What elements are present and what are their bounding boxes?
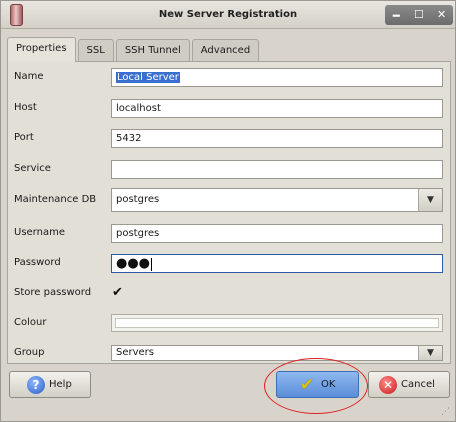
help-label: Help: [49, 379, 72, 390]
service-row: Service: [8, 156, 450, 182]
maintenance-db-label: Maintenance DB: [14, 194, 97, 205]
host-row: Host localhost: [8, 95, 450, 121]
username-row: Username postgres: [8, 220, 450, 246]
maintenance-db-value: postgres: [116, 194, 160, 205]
group-value: Servers: [116, 347, 155, 358]
group-combo[interactable]: Servers ▼: [111, 345, 443, 361]
port-field[interactable]: 5432: [111, 129, 443, 148]
maximize-icon[interactable]: ☐: [410, 6, 428, 24]
colour-label: Colour: [14, 317, 47, 328]
maintenance-db-row: Maintenance DB postgres ▼: [8, 187, 450, 213]
text-caret: [151, 257, 153, 271]
tab-ssl[interactable]: SSL: [77, 39, 114, 61]
dialog-window: New Server Registration 🗕 ☐ ✕ Properties…: [0, 0, 456, 422]
name-value: Local Server: [116, 72, 180, 83]
store-password-row: Store password ✔: [8, 280, 450, 306]
tab-advanced[interactable]: Advanced: [191, 39, 260, 61]
group-row: Group Servers ▼: [8, 340, 450, 363]
window-controls: 🗕 ☐ ✕: [385, 5, 453, 25]
password-field[interactable]: ●●●: [111, 254, 443, 273]
chevron-down-icon[interactable]: ▼: [418, 346, 442, 360]
properties-panel: Name Local Server Host localhost Port 54…: [7, 61, 451, 364]
help-icon: ?: [27, 375, 45, 394]
chevron-down-icon[interactable]: ▼: [418, 189, 442, 211]
service-label: Service: [14, 163, 51, 174]
host-field[interactable]: localhost: [111, 99, 443, 118]
password-dots: ●●●: [116, 256, 151, 271]
group-label: Group: [14, 347, 45, 358]
name-row: Name Local Server: [8, 64, 450, 90]
cancel-button[interactable]: ✕ Cancel: [368, 371, 450, 398]
cancel-icon: ✕: [379, 375, 397, 394]
name-field[interactable]: Local Server: [111, 68, 443, 87]
checkmark-icon: ✔: [299, 374, 315, 395]
store-password-checkbox[interactable]: ✔: [112, 286, 126, 300]
port-label: Port: [14, 132, 34, 143]
tab-ssh-tunnel[interactable]: SSH Tunnel: [115, 39, 190, 61]
tab-properties[interactable]: Properties: [7, 37, 76, 62]
minimize-icon[interactable]: 🗕: [387, 6, 405, 24]
username-label: Username: [14, 227, 65, 238]
cancel-label: Cancel: [401, 379, 435, 390]
store-password-label: Store password: [14, 287, 92, 298]
password-row: Password ●●●: [8, 250, 450, 276]
password-label: Password: [14, 257, 61, 268]
service-field[interactable]: [111, 160, 443, 179]
colour-swatch: [115, 318, 439, 328]
tab-bar: Properties SSL SSH Tunnel Advanced: [7, 37, 261, 62]
close-icon[interactable]: ✕: [433, 6, 451, 24]
colour-row: Colour: [8, 310, 450, 336]
maintenance-db-combo[interactable]: postgres ▼: [111, 188, 443, 212]
ok-button[interactable]: ✔ OK: [276, 371, 359, 398]
resize-grip-icon[interactable]: ⋰: [441, 407, 451, 417]
port-row: Port 5432: [8, 125, 450, 151]
help-button[interactable]: ? Help: [9, 371, 91, 398]
ok-label: OK: [321, 379, 336, 390]
name-label: Name: [14, 71, 44, 82]
username-field[interactable]: postgres: [111, 224, 443, 243]
colour-picker[interactable]: [111, 314, 443, 332]
host-label: Host: [14, 102, 37, 113]
title-bar[interactable]: New Server Registration 🗕 ☐ ✕: [1, 1, 455, 29]
